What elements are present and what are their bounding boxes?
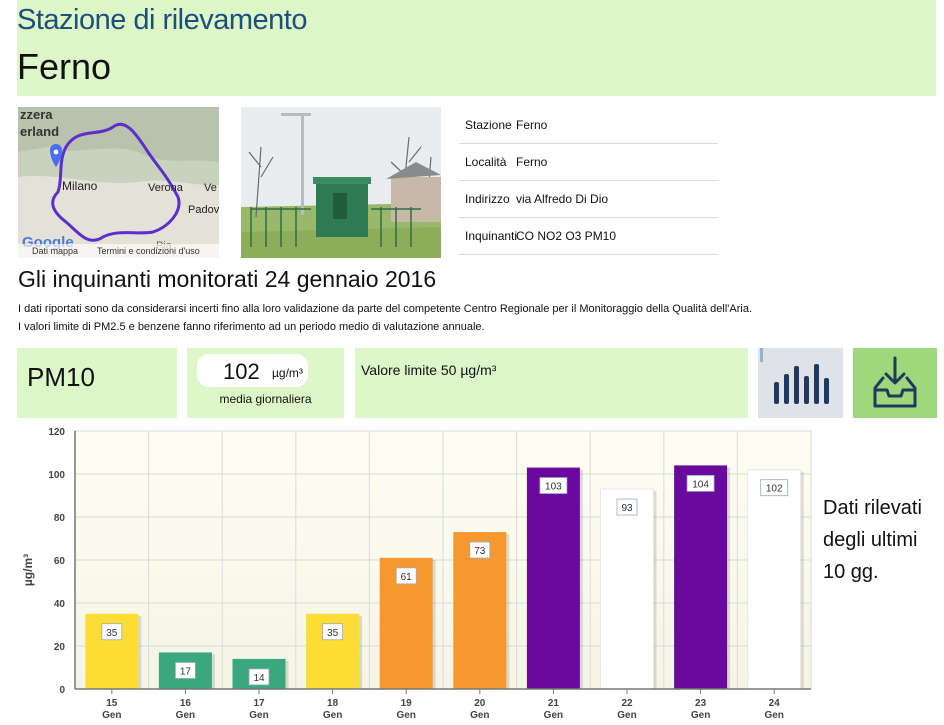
map-label-padov: Padov <box>188 204 219 216</box>
map-label-zzera: zzera <box>20 107 53 122</box>
info-value: Ferno <box>516 155 548 169</box>
info-value: Ferno <box>516 118 548 132</box>
data-label: 17 <box>180 666 192 677</box>
station-title: Ferno <box>17 46 112 87</box>
x-tick-label-month: Gen <box>470 710 489 721</box>
y-tick-label: 60 <box>54 556 66 567</box>
pollutant-name-box: PM10 <box>17 348 177 418</box>
info-key: Stazione <box>465 118 512 132</box>
map-terms-link: Termini e condizioni d'uso <box>97 246 200 256</box>
info-row-station: Stazione Ferno <box>459 107 718 144</box>
x-tick-label-month: Gen <box>691 710 710 721</box>
map-label-milano: Milano <box>62 179 98 193</box>
bar[interactable] <box>674 465 728 689</box>
y-tick-label: 0 <box>59 685 65 696</box>
x-tick-label-day: 20 <box>474 698 486 709</box>
info-row-locality: Località Ferno <box>459 144 718 181</box>
data-label: 73 <box>474 546 486 557</box>
data-label: 61 <box>401 572 413 583</box>
x-tick-label-month: Gen <box>102 710 121 721</box>
side-note: Dati rilevati degli ultimi 10 gg. <box>823 497 922 583</box>
download-button[interactable] <box>853 348 937 418</box>
info-row-address: Indirizzo via Alfredo Di Dio <box>459 181 718 218</box>
station-map[interactable]: zzera erland Milano Verona Ve Padov Pia … <box>18 107 219 258</box>
pollutant-value-box: 102 µg/m³ media giornaliera <box>187 348 344 418</box>
note-validation: I dati riportati sono da considerarsi in… <box>18 303 753 315</box>
y-tick-label: 80 <box>54 513 66 524</box>
data-label: 35 <box>327 628 339 639</box>
data-label: 93 <box>621 503 633 514</box>
bar-chart-icon <box>760 348 829 404</box>
map-label-verona: Verona <box>148 182 184 194</box>
pollutant-name: PM10 <box>27 362 95 392</box>
pollutant-value: 102 <box>223 359 260 384</box>
value-caption: media giornaliera <box>219 392 312 406</box>
x-tick-label-month: Gen <box>544 710 563 721</box>
data-label: 102 <box>766 484 783 495</box>
station-photo <box>241 107 441 258</box>
y-axis-label: µg/m³ <box>21 554 35 586</box>
data-label: 14 <box>253 673 265 684</box>
station-header: Stazione di rilevamento Ferno <box>17 0 936 96</box>
info-value: CO NO2 O3 PM10 <box>516 229 617 243</box>
x-tick-label-day: 22 <box>621 698 633 709</box>
station-info-table: Stazione Ferno Località Ferno Indirizzo … <box>459 107 718 255</box>
info-value: via Alfredo Di Dio <box>516 192 609 206</box>
x-tick-label-day: 21 <box>548 698 560 709</box>
download-tray-icon <box>873 356 917 408</box>
x-tick-label-day: 24 <box>769 698 781 709</box>
bar[interactable] <box>600 488 654 690</box>
limit-box: Valore limite 50 µg/m³ <box>355 348 748 418</box>
section-title: Gli inquinanti monitorati 24 gennaio 201… <box>18 266 437 292</box>
x-tick-label-month: Gen <box>176 710 195 721</box>
y-tick-label: 120 <box>48 427 65 438</box>
data-label: 103 <box>545 482 562 493</box>
note-limits: I valori limite di PM2.5 e benzene fanno… <box>18 321 485 333</box>
data-label: 104 <box>692 479 709 490</box>
info-row-pollutants: Inquinanti CO NO2 O3 PM10 <box>459 218 718 255</box>
y-tick-label: 100 <box>48 470 65 481</box>
map-label-ve: Ve <box>204 182 217 194</box>
x-tick-label-day: 17 <box>253 698 265 709</box>
info-key: Località <box>465 155 507 169</box>
info-key: Indirizzo <box>465 192 510 206</box>
data-label: 35 <box>106 628 118 639</box>
y-tick-label: 20 <box>54 642 66 653</box>
bar[interactable] <box>526 467 580 689</box>
pm10-bar-chart: 35 17 14 35 61 73 103 93 104 102 0 20 40 60 80 100 120 1… <box>21 427 812 721</box>
x-tick-label-month: Gen <box>617 710 636 721</box>
y-tick-label: 40 <box>54 599 66 610</box>
pollutant-unit: µg/m³ <box>272 366 303 380</box>
x-tick-label-day: 18 <box>327 698 339 709</box>
x-tick-label-day: 15 <box>106 698 118 709</box>
map-label-erland: erland <box>20 124 59 139</box>
map-graphic: zzera erland Milano Verona Ve Padov Pia … <box>18 107 219 258</box>
station-subtitle: Stazione di rilevamento <box>17 4 307 36</box>
x-tick-label-month: Gen <box>396 710 415 721</box>
x-tick-label-month: Gen <box>249 710 268 721</box>
chart-button[interactable] <box>758 348 843 418</box>
map-data-link: Dati mappa <box>32 246 78 256</box>
bar[interactable] <box>747 469 802 690</box>
value-pill: 102 µg/m³ <box>197 354 308 387</box>
x-tick-label-day: 16 <box>180 698 192 709</box>
limit-text: Valore limite 50 µg/m³ <box>361 362 497 378</box>
x-tick-label-month: Gen <box>764 710 783 721</box>
info-key: Inquinanti <box>465 229 518 243</box>
x-tick-label-day: 23 <box>695 698 707 709</box>
x-tick-label-day: 19 <box>401 698 413 709</box>
x-tick-label-month: Gen <box>323 710 342 721</box>
